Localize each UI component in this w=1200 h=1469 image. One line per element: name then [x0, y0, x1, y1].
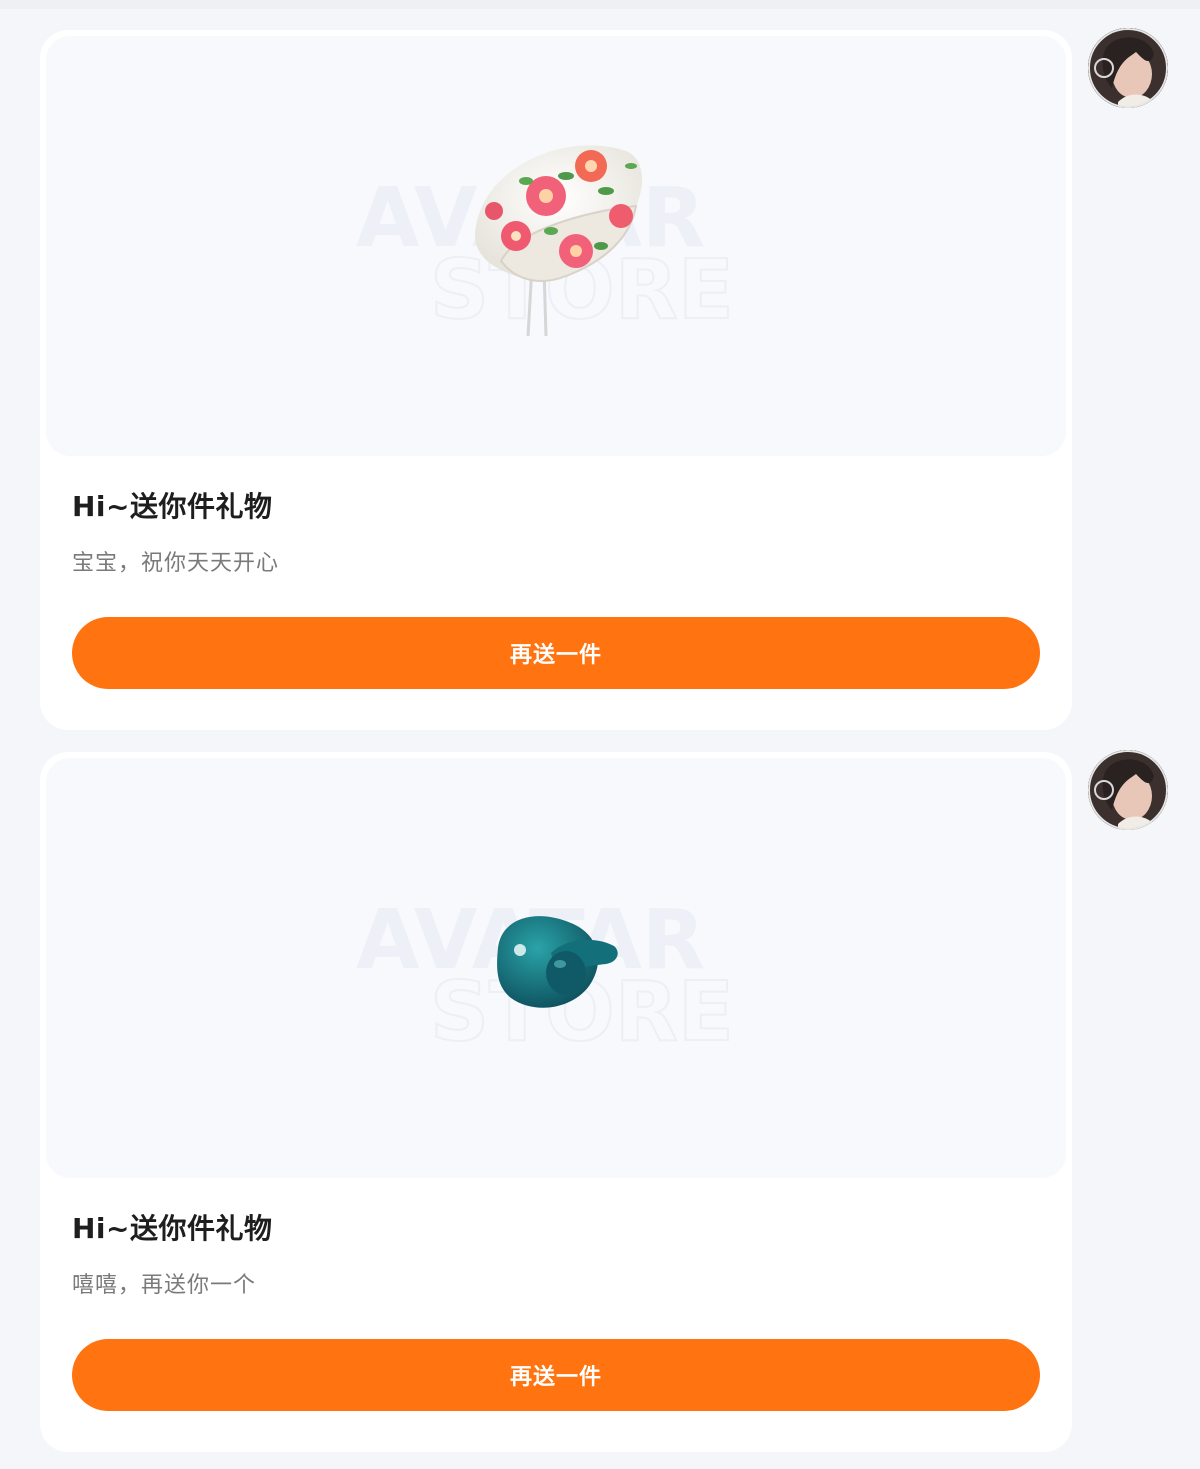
sender-avatar[interactable] [1088, 750, 1168, 830]
gift-card[interactable]: AVATAR STORE Hi~送你件礼物 嘻嘻，再送你一 [40, 752, 1072, 1452]
gift-title: Hi~送你件礼物 [72, 490, 273, 523]
gift-preview: AVATAR STORE [46, 758, 1066, 1178]
gift-title: Hi~送你件礼物 [72, 1212, 273, 1245]
send-another-button[interactable]: 再送一件 [72, 617, 1040, 689]
gift-preview: AVATAR STORE [46, 36, 1066, 456]
avatar-photo-icon [1088, 750, 1168, 830]
send-another-button[interactable]: 再送一件 [72, 1339, 1040, 1411]
sender-avatar[interactable] [1088, 28, 1168, 108]
top-divider [0, 0, 1200, 9]
teal-pacifier-icon [497, 916, 618, 1008]
gift-card[interactable]: AVATAR STORE [40, 30, 1072, 730]
floral-headscarf-icon [475, 145, 643, 337]
gift-note: 宝宝，祝你天天开心 [72, 551, 280, 576]
avatar-photo-icon [1088, 28, 1168, 108]
gift-note: 嘻嘻，再送你一个 [72, 1273, 257, 1298]
